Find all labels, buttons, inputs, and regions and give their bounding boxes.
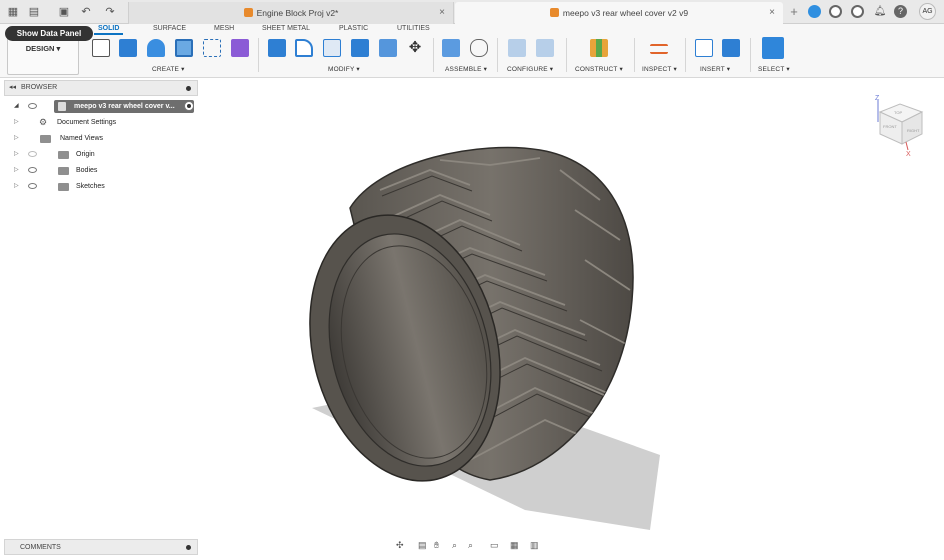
look-at-icon[interactable]: ▤: [418, 540, 427, 551]
front-label: FRONT: [883, 124, 897, 129]
tooltip: Show Data Panel: [5, 26, 93, 41]
orbit-icon[interactable]: ✣: [396, 540, 404, 551]
zoom-window-icon[interactable]: ⌕: [468, 540, 473, 551]
fusion-window: ▦ ▤ ▣ ↶ ↷ Engine Block Proj v2* × meepo …: [0, 0, 944, 560]
display-settings-icon[interactable]: ▭: [490, 540, 499, 551]
right-label: RIGHT: [907, 128, 920, 133]
viewport-canvas[interactable]: [0, 0, 944, 560]
viewcube[interactable]: Z X TOP FRONT RIGHT: [870, 92, 932, 156]
x-axis: [905, 141, 909, 151]
top-label: TOP: [894, 110, 902, 115]
viewports-icon[interactable]: ▥: [530, 540, 539, 551]
z-label: Z: [875, 95, 880, 102]
comments-panel[interactable]: COMMENTS: [4, 539, 198, 555]
pan-icon[interactable]: ✋︎: [434, 540, 439, 551]
comments-title: COMMENTS: [20, 544, 61, 551]
grid-settings-icon[interactable]: ▦: [510, 540, 519, 551]
add-comment-icon[interactable]: [186, 545, 191, 550]
zoom-icon[interactable]: ⌕: [452, 540, 457, 551]
navigation-bar: ✣ ▤ ✋︎ ⌕ ⌕ ▭ ▦ ▥: [394, 538, 548, 556]
x-label: X: [906, 151, 911, 156]
